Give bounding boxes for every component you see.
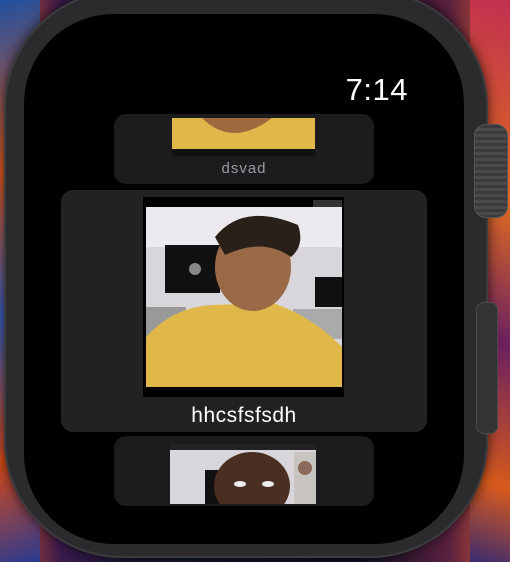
participant-video-dsvad bbox=[172, 118, 315, 156]
participant-card-third[interactable] bbox=[114, 436, 374, 506]
participant-card-dsvad[interactable]: dsvad bbox=[114, 114, 374, 184]
watch-screen: 7:14 dsvad hhcsfsfsdh bbox=[24, 14, 464, 544]
digital-crown-icon[interactable] bbox=[474, 124, 508, 218]
participant-name: dsvad bbox=[221, 160, 267, 177]
status-time: 7:14 bbox=[345, 72, 408, 107]
side-button-icon[interactable] bbox=[476, 302, 498, 434]
participant-video-hhcsfsfsdh bbox=[143, 197, 344, 397]
participant-video-third bbox=[170, 444, 316, 504]
participant-name: hhcsfsfsdh bbox=[191, 404, 297, 427]
participant-card-hhcsfsfsdh[interactable]: hhcsfsfsdh bbox=[61, 190, 427, 432]
